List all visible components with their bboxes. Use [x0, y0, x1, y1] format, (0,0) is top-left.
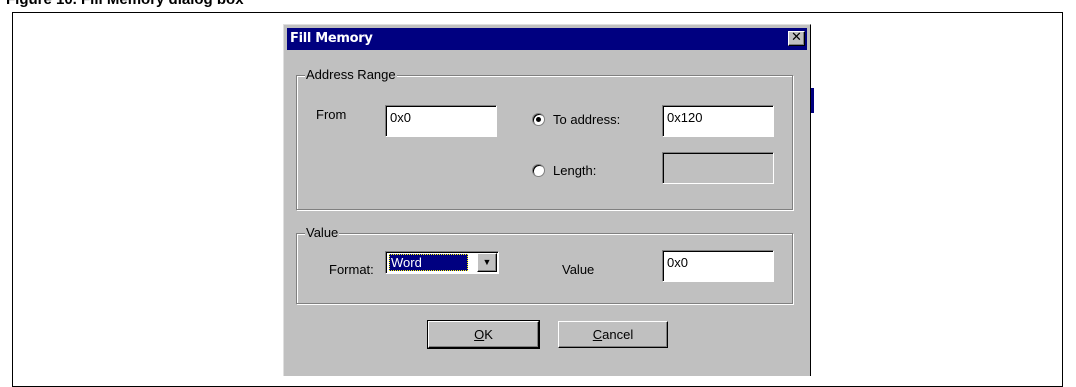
fill-memory-dialog: Fill Memory ✕ Address Range From 0x0 To … — [283, 24, 811, 376]
length-field — [662, 152, 774, 184]
cancel-button[interactable]: Cancel — [558, 321, 668, 348]
background-window-edge — [811, 88, 814, 113]
format-label: Format: — [329, 262, 374, 277]
dropdown-arrow-icon[interactable]: ▼ — [477, 253, 497, 272]
dialog-titlebar[interactable]: Fill Memory ✕ — [287, 28, 807, 50]
length-radio[interactable] — [532, 164, 545, 177]
format-selected-value: Word — [389, 254, 468, 271]
to-address-radio[interactable] — [532, 113, 545, 126]
value-group-label: Value — [305, 225, 340, 240]
address-range-label: Address Range — [305, 67, 397, 82]
from-label: From — [316, 107, 347, 122]
dialog-title: Fill Memory — [290, 31, 373, 46]
address-range-group: Address Range — [296, 67, 793, 210]
cancel-label-rest: ancel — [602, 327, 634, 342]
close-button[interactable]: ✕ — [788, 31, 805, 46]
ok-label-rest: K — [484, 327, 493, 342]
figure-caption: Figure 10. Fill Memory dialog box — [6, 0, 244, 8]
cancel-mnemonic: C — [592, 327, 603, 342]
to-address-field[interactable]: 0x120 — [662, 105, 774, 137]
value-field[interactable]: 0x0 — [662, 250, 774, 282]
ok-mnemonic: O — [474, 327, 485, 342]
length-label[interactable]: Length: — [553, 163, 596, 178]
close-icon: ✕ — [791, 30, 802, 45]
ok-button[interactable]: OK — [427, 320, 540, 349]
from-field[interactable]: 0x0 — [385, 105, 497, 137]
value-label: Value — [562, 262, 595, 277]
format-select[interactable]: Word ▼ — [385, 251, 499, 274]
to-address-label[interactable]: To address: — [553, 112, 620, 127]
